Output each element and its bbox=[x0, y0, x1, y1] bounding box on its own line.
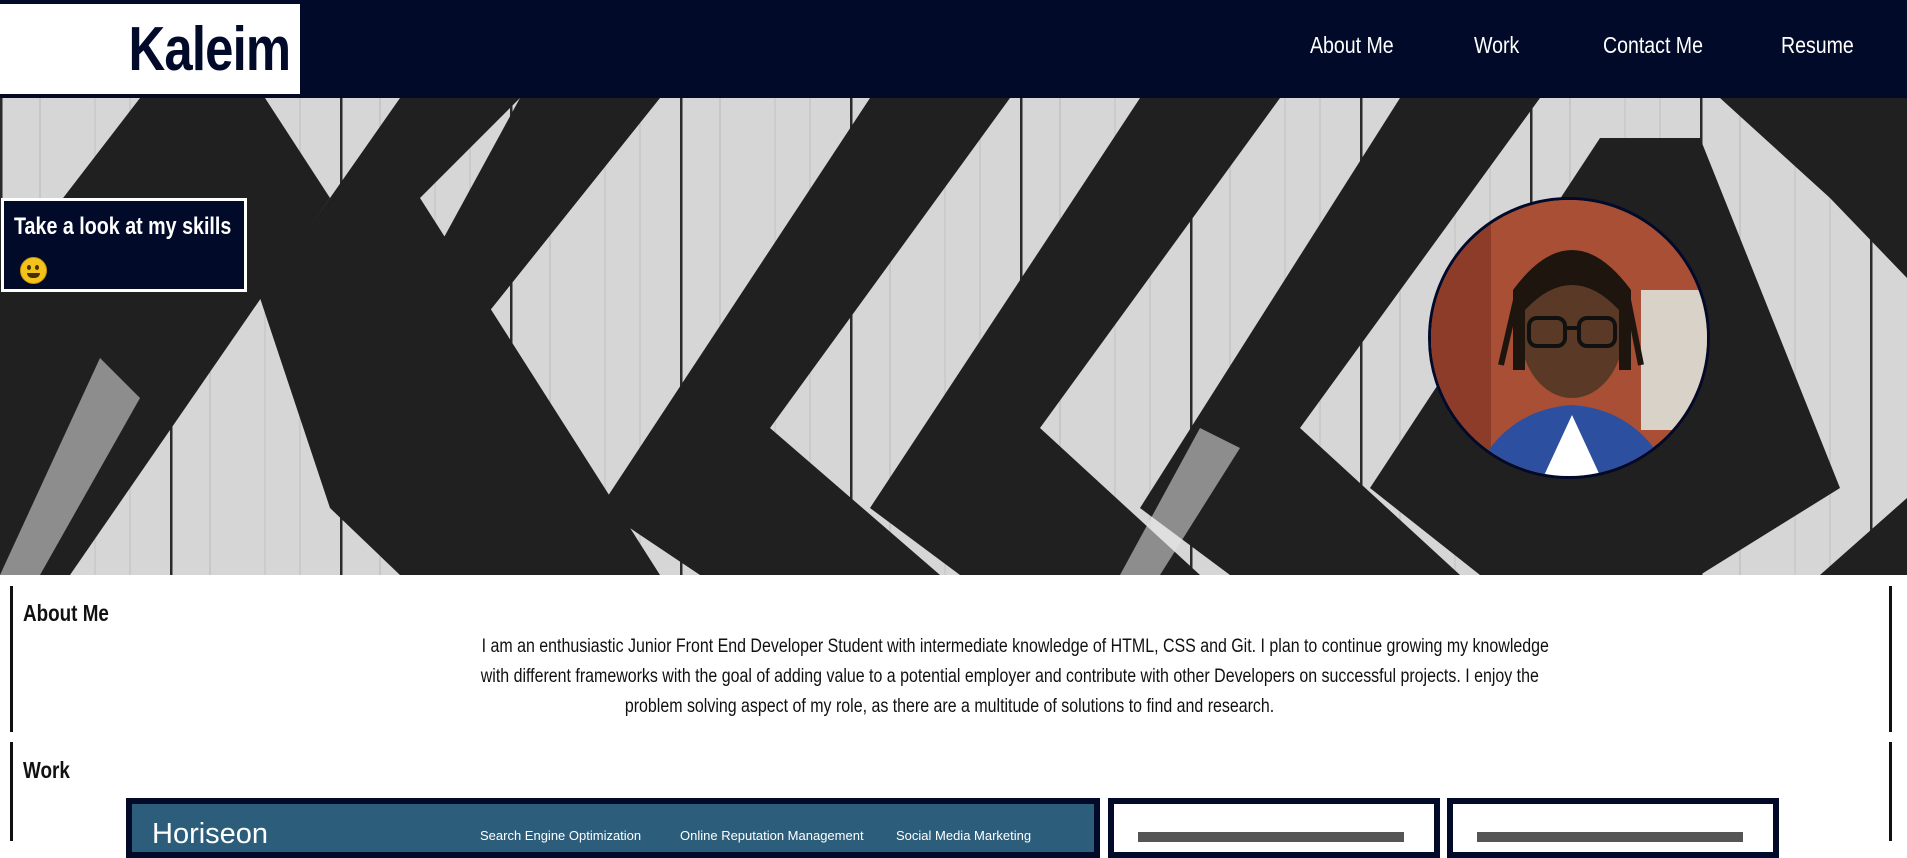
about-paragraph: I am an enthusiastic Junior Front End De… bbox=[380, 632, 1549, 722]
project-screenshot bbox=[1453, 804, 1773, 852]
nav-contact-me[interactable]: Contact Me bbox=[1603, 32, 1703, 59]
brand-logo[interactable]: Kaleim bbox=[0, 4, 300, 94]
site-header: Kaleim About Me Work Contact Me Resume bbox=[0, 0, 1907, 98]
skills-link-box[interactable]: Take a look at my skills bbox=[1, 198, 247, 292]
project-card-horiseon[interactable]: Horiseon Search Engine Optimization Onli… bbox=[126, 798, 1100, 858]
nav-work[interactable]: Work bbox=[1474, 32, 1519, 59]
project-card-2[interactable] bbox=[1108, 798, 1440, 858]
brand-name: Kaleim bbox=[128, 14, 291, 84]
about-section-border-right bbox=[1889, 586, 1892, 732]
project-screenshot bbox=[1114, 804, 1434, 852]
about-title: About Me bbox=[23, 600, 109, 626]
nav-about-me[interactable]: About Me bbox=[1310, 32, 1394, 59]
project-screenshot: Horiseon Search Engine Optimization Onli… bbox=[132, 804, 1094, 852]
work-title: Work bbox=[23, 757, 70, 783]
about-line-3: problem solving aspect of my role, as th… bbox=[625, 696, 1275, 717]
about-line-2: with different frameworks with the goal … bbox=[480, 666, 1539, 687]
work-section-border bbox=[10, 742, 13, 841]
work-section-border-right bbox=[1889, 742, 1892, 841]
grinning-face-icon bbox=[20, 257, 47, 284]
nav-resume[interactable]: Resume bbox=[1781, 32, 1854, 59]
project-logo: Horiseon bbox=[152, 818, 269, 850]
about-section-border bbox=[10, 586, 13, 732]
skills-label: Take a look at my skills bbox=[14, 213, 232, 240]
about-line-1: I am an enthusiastic Junior Front End De… bbox=[481, 636, 1549, 657]
hero-banner: Take a look at my skills bbox=[0, 98, 1907, 575]
profile-photo bbox=[1428, 197, 1710, 479]
project-card-3[interactable] bbox=[1447, 798, 1779, 858]
